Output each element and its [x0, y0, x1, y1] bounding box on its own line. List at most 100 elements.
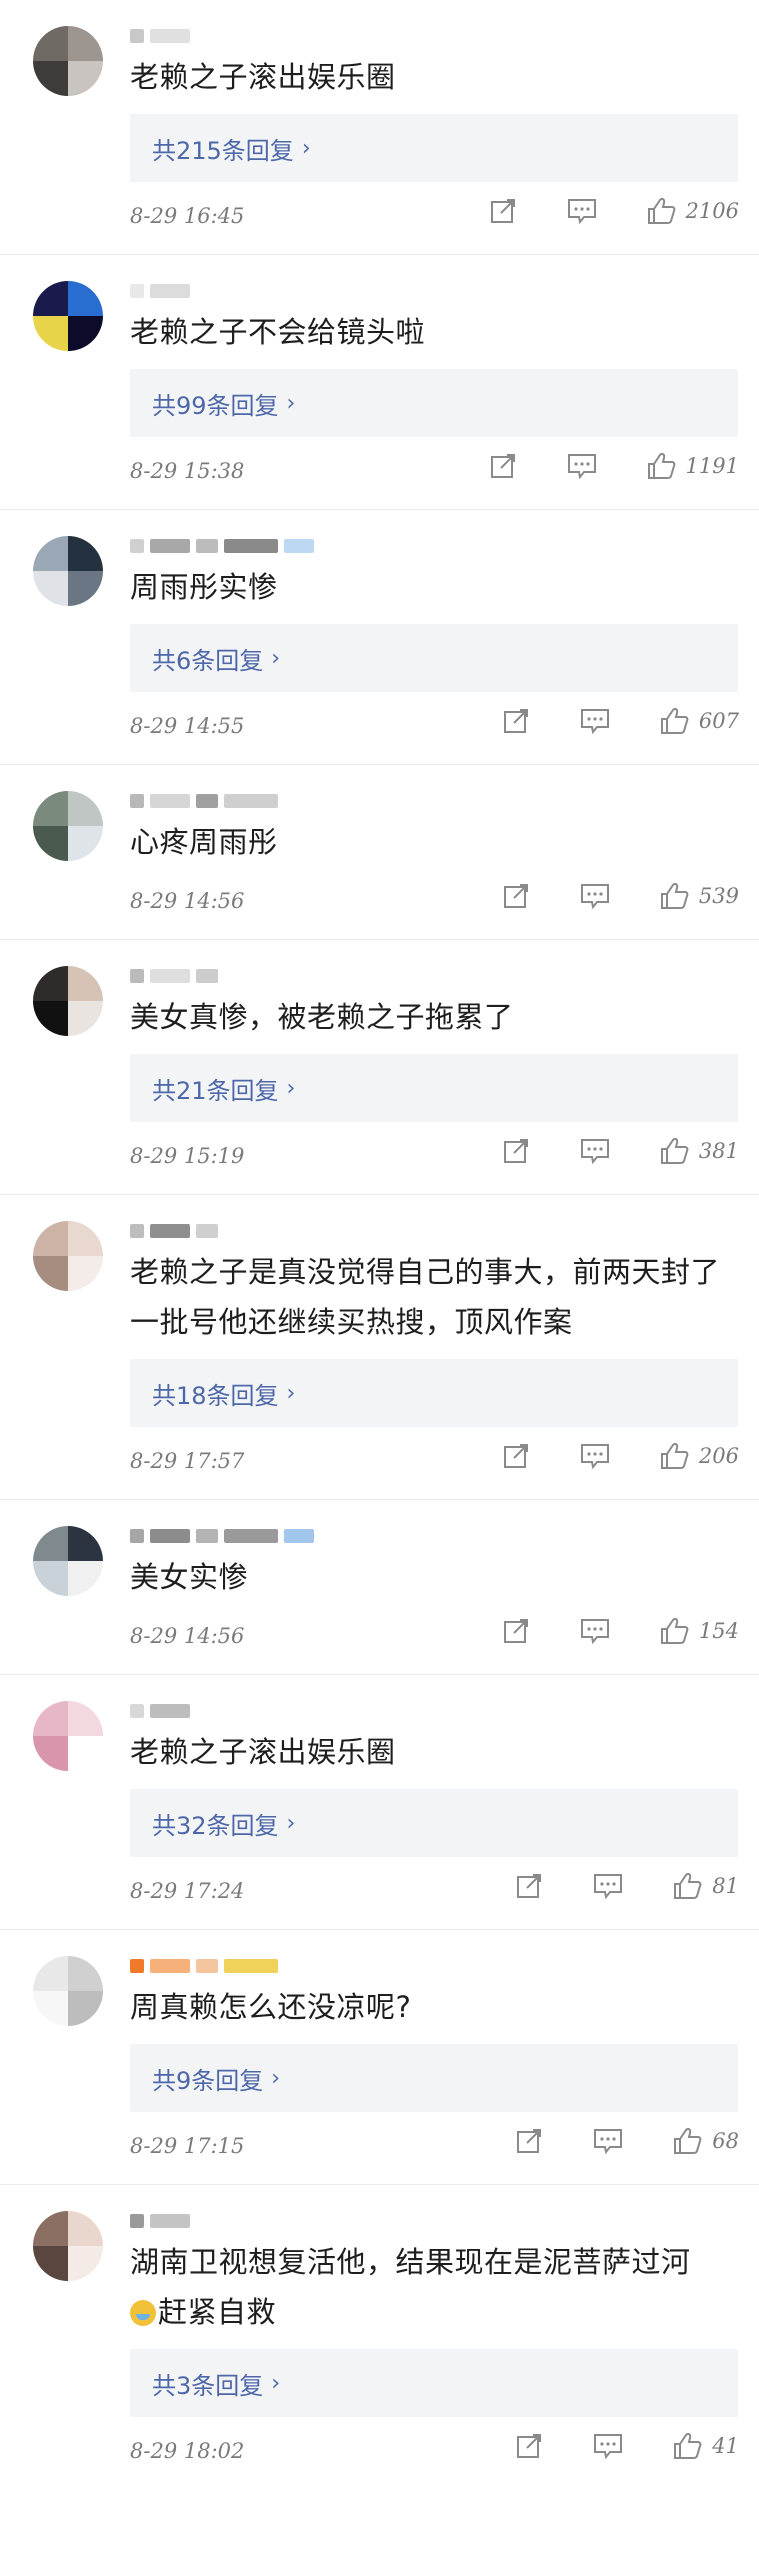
replies-count-label: 共215条回复 [152, 136, 294, 165]
avatar-pixel [68, 1001, 103, 1036]
avatar-pixel [33, 791, 68, 826]
avatar[interactable] [33, 1701, 103, 1771]
comment-button[interactable] [579, 1616, 611, 1646]
share-button[interactable] [501, 881, 531, 911]
share-button[interactable] [488, 451, 518, 481]
like-button[interactable]: 154 [659, 1616, 739, 1646]
username-redacted[interactable] [130, 2213, 190, 2229]
comment-button[interactable] [592, 2126, 624, 2156]
username-block [150, 539, 190, 553]
username-redacted[interactable] [130, 1958, 278, 1974]
comment-button[interactable] [579, 1441, 611, 1471]
username-redacted[interactable] [130, 1528, 314, 1544]
view-replies-button[interactable]: 共215条回复 › [130, 114, 738, 182]
comment-text-tail: 赶紧自救 [158, 2295, 277, 2329]
like-icon [660, 708, 689, 734]
avatar[interactable] [33, 791, 103, 861]
username-redacted[interactable] [130, 1223, 218, 1239]
view-replies-button[interactable]: 共3条回复 › [130, 2349, 738, 2417]
replies-count-label: 共32条回复 [152, 1811, 279, 1840]
comment-button[interactable] [579, 1136, 611, 1166]
username-block [284, 1529, 314, 1543]
replies-count-label: 共3条回复 [152, 2371, 264, 2400]
like-button[interactable]: 381 [659, 1136, 739, 1166]
comment-date: 8-29 18:02 [130, 2439, 245, 2463]
username-redacted[interactable] [130, 538, 314, 554]
comment-text: 周雨彤实惨 [130, 562, 739, 612]
comment-text-main: 老赖之子不会给镜头啦 [130, 315, 426, 349]
avatar-pixel [68, 2246, 103, 2281]
comment-date: 8-29 17:57 [130, 1449, 245, 1473]
share-button[interactable] [501, 1616, 531, 1646]
avatar[interactable] [33, 26, 103, 96]
share-icon [503, 884, 528, 908]
like-button[interactable]: 81 [672, 1871, 739, 1901]
share-button[interactable] [514, 2431, 544, 2461]
username-redacted[interactable] [130, 793, 278, 809]
avatar[interactable] [33, 2211, 103, 2281]
replies-count-label: 共21条回复 [152, 1076, 279, 1105]
comment-item: 美女真惨，被老赖之子拖累了 共21条回复 › 8-29 15:19 381 [0, 940, 759, 1195]
share-button[interactable] [514, 1871, 544, 1901]
avatar[interactable] [33, 1526, 103, 1596]
like-count: 381 [698, 1139, 739, 1163]
comment-item: 老赖之子是真没觉得自己的事大，前两天封了一批号他还继续买热搜，顶风作案 共18条… [0, 1195, 759, 1500]
like-icon [660, 1618, 689, 1644]
share-button[interactable] [488, 196, 518, 226]
share-button[interactable] [501, 706, 531, 736]
avatar-pixel [68, 2211, 103, 2246]
share-button[interactable] [501, 1441, 531, 1471]
like-count: 607 [698, 709, 739, 733]
like-button[interactable]: 41 [672, 2431, 739, 2461]
username-redacted[interactable] [130, 968, 218, 984]
comment-item: 周真赖怎么还没凉呢? 共9条回复 › 8-29 17:15 68 [0, 1930, 759, 2185]
username-block [196, 969, 218, 983]
view-replies-button[interactable]: 共21条回复 › [130, 1054, 738, 1122]
comment-text: 周真赖怎么还没凉呢? [130, 1982, 739, 2032]
username-redacted[interactable] [130, 283, 190, 299]
view-replies-button[interactable]: 共32条回复 › [130, 1789, 738, 1857]
username-block [130, 969, 144, 983]
username-block [130, 2214, 144, 2228]
avatar[interactable] [33, 966, 103, 1036]
comment-item: 老赖之子不会给镜头啦 共99条回复 › 8-29 15:38 1191 [0, 255, 759, 510]
avatar-pixel [33, 1526, 68, 1561]
like-button[interactable]: 607 [659, 706, 739, 736]
avatar[interactable] [33, 536, 103, 606]
comment-button[interactable] [566, 451, 598, 481]
view-replies-button[interactable]: 共18条回复 › [130, 1359, 738, 1427]
avatar[interactable] [33, 1221, 103, 1291]
share-button[interactable] [501, 1136, 531, 1166]
comment-button[interactable] [592, 1871, 624, 1901]
chevron-right-icon: › [286, 1810, 296, 1836]
avatar-pixel [33, 2246, 68, 2281]
like-button[interactable]: 206 [659, 1441, 739, 1471]
comment-date: 8-29 15:38 [130, 459, 245, 483]
like-button[interactable]: 539 [659, 881, 739, 911]
avatar-pixel [68, 791, 103, 826]
comment-button[interactable] [579, 706, 611, 736]
comment-button[interactable] [592, 2431, 624, 2461]
sweat-smile-emoji-icon [130, 2300, 156, 2326]
comment-icon [594, 2434, 623, 2460]
view-replies-button[interactable]: 共6条回复 › [130, 624, 738, 692]
like-icon [660, 1138, 689, 1164]
like-button[interactable]: 68 [672, 2126, 739, 2156]
view-replies-button[interactable]: 共99条回复 › [130, 369, 738, 437]
username-block [196, 539, 218, 553]
username-redacted[interactable] [130, 28, 190, 44]
username-block [130, 29, 144, 43]
view-replies-button[interactable]: 共9条回复 › [130, 2044, 738, 2112]
comment-button[interactable] [566, 196, 598, 226]
avatar[interactable] [33, 281, 103, 351]
comment-date: 8-29 14:56 [130, 889, 245, 913]
like-button[interactable]: 1191 [646, 451, 739, 481]
share-button[interactable] [514, 2126, 544, 2156]
share-icon [503, 1139, 528, 1163]
username-redacted[interactable] [130, 1703, 190, 1719]
comment-button[interactable] [579, 881, 611, 911]
share-icon [503, 709, 528, 733]
avatar[interactable] [33, 1956, 103, 2026]
like-button[interactable]: 2106 [646, 196, 739, 226]
avatar-pixel [33, 316, 68, 351]
